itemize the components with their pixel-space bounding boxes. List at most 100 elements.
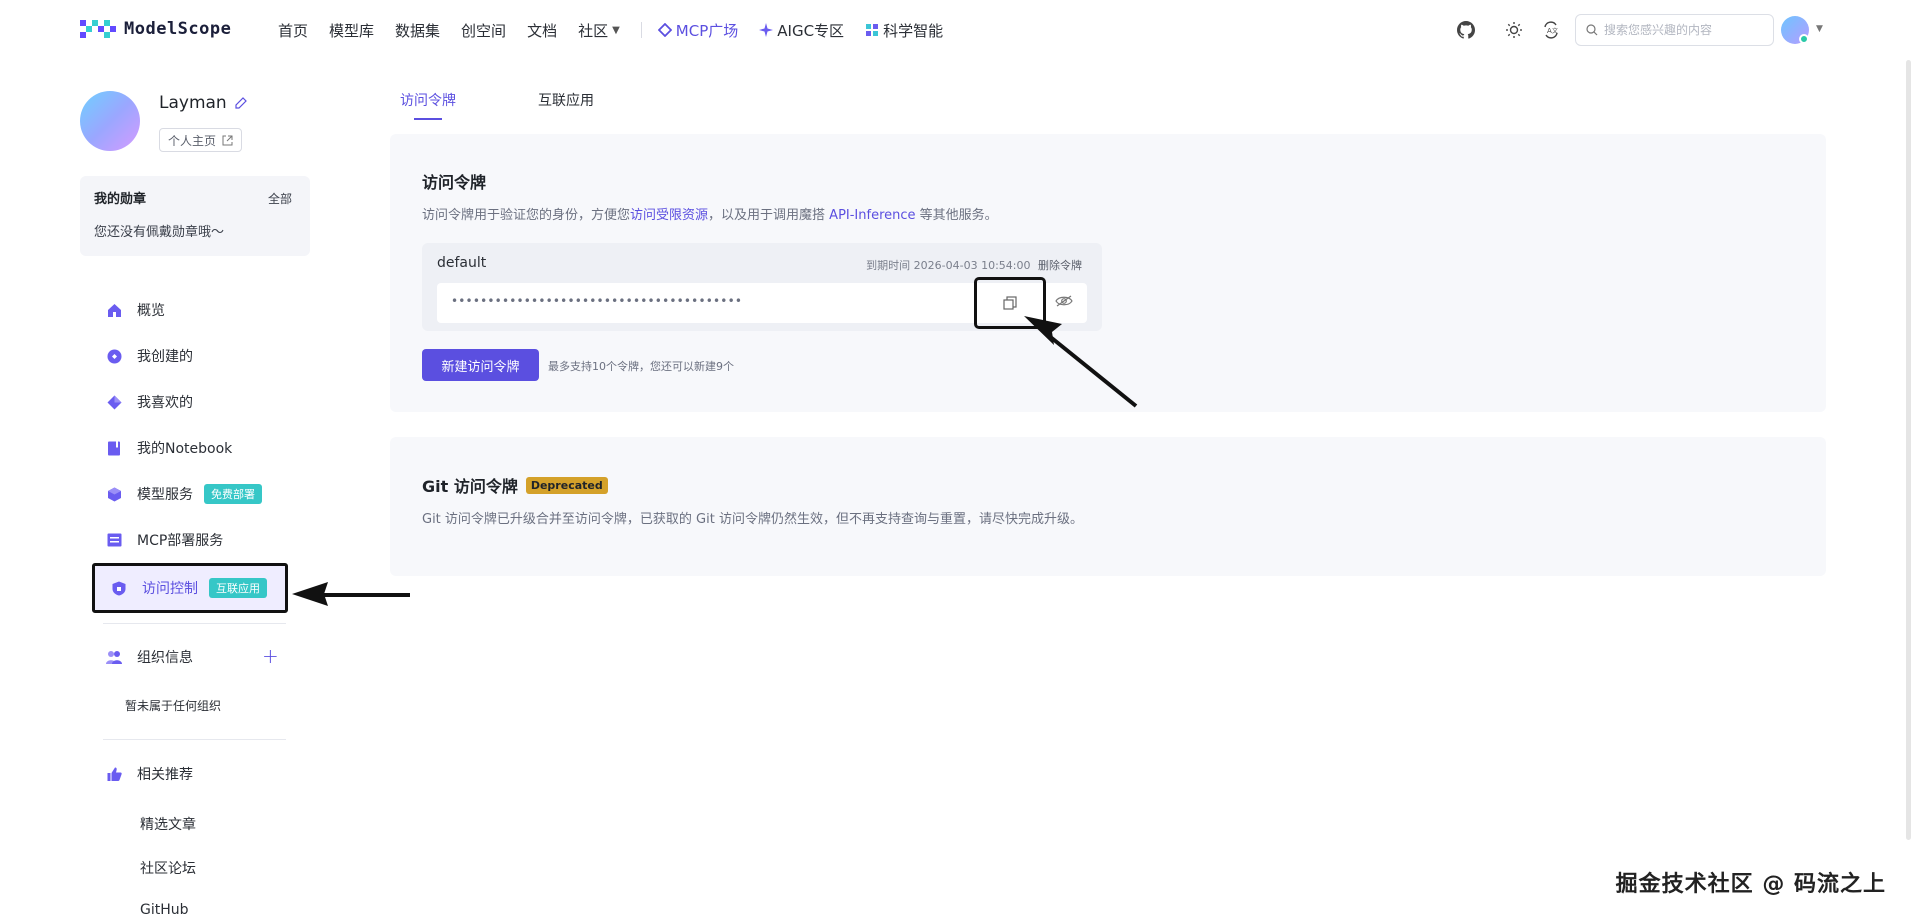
tab-access-token[interactable]: 访问令牌 [400,88,456,120]
sidebar-item-model-service[interactable]: 模型服务 免费部署 [90,471,286,517]
annotation-arrow-left [292,582,410,606]
badge-all-link[interactable]: 全部 [268,190,292,207]
sidebar-item-label: 相关推荐 [137,767,193,783]
badge-empty-text: 您还没有佩戴勋章哦～ [94,225,225,240]
desc-suffix: 等其他服务。 [915,208,998,223]
sidebar-item-label: 访问控制 [142,581,198,597]
search-input[interactable] [1604,23,1764,37]
nav-aigc[interactable]: AIGC专区 [759,20,844,41]
edit-icon[interactable] [235,97,247,109]
sun-icon[interactable] [1503,19,1525,41]
sidebar-item-label: 概览 [137,303,165,319]
home-icon [106,302,122,318]
sidebar-item-access-control[interactable]: 访问控制 互联应用 [92,563,288,613]
recommend-link-github[interactable]: GitHub [140,902,189,918]
sidebar-item-overview[interactable]: 概览 [90,287,286,333]
profile-avatar [80,91,140,151]
token-expire: 到期时间 2026-04-03 10:54:00 删除令牌 [866,257,1082,273]
scrollbar[interactable] [1906,60,1911,840]
nav-community[interactable]: 社区 ▼ [578,20,620,41]
sidebar-item-label: 我喜欢的 [137,395,193,411]
tab-linked-apps[interactable]: 互联应用 [538,88,594,120]
git-token-title: Git 访问令牌 [422,477,518,496]
github-icon[interactable] [1455,19,1477,41]
annotation-arrow-diagonal [1024,316,1138,408]
sidebar-divider [103,623,286,624]
token-value-field: •••••••••••••••••••••••••••••••••••••••• [437,277,1087,329]
access-token-title: 访问令牌 [422,173,487,192]
deprecated-badge: Deprecated [525,476,608,494]
nav-community-label: 社区 [578,21,609,40]
nav-science-label: 科学智能 [883,21,944,40]
expire-label: 到期时间 [866,259,911,272]
sidebar-item-label: 我创建的 [137,349,193,365]
expire-value: 2026-04-03 10:54:00 [913,259,1031,272]
translate-icon[interactable]: A文 [1540,19,1562,41]
token-limit-note: 最多支持10个令牌，您还可以新建9个 [548,360,734,373]
svg-text:文: 文 [1552,27,1558,35]
caret-down-icon: ▼ [612,24,620,36]
add-org-button[interactable]: + [262,646,279,666]
cube-icon [106,486,122,502]
recommend-link-articles[interactable]: 精选文章 [140,814,196,834]
nav-mcp-label: MCP广场 [675,21,739,40]
org-empty-text: 暂未属于任何组织 [125,699,222,713]
linked-apps-tag: 互联应用 [209,578,267,598]
sidebar-item-notebook[interactable]: 我的Notebook [90,425,286,471]
group-icon [106,649,122,665]
restricted-resources-link[interactable]: 访问受限资源 [630,208,708,223]
access-token-description: 访问令牌用于验证您的身份，方便您访问受限资源，以及用于调用魔搭 API-Infe… [422,204,998,223]
homepage-label: 个人主页 [168,133,217,148]
profile-name: Layman [159,93,227,113]
status-dot [1799,34,1809,44]
notebook-icon [106,440,122,456]
nav-mcp[interactable]: MCP广场 [657,20,739,41]
homepage-button[interactable]: 个人主页 [159,128,243,152]
search-box[interactable] [1575,14,1774,46]
diamond-icon [106,394,122,410]
recommend-link-forum[interactable]: 社区论坛 [140,858,196,878]
sidebar-item-recommend[interactable]: 相关推荐 [90,751,286,797]
caret-down-icon[interactable]: ▼ [1816,24,1823,34]
nav-datasets[interactable]: 数据集 [395,20,440,41]
logo-text: ModelScope [124,19,232,39]
token-item: default 到期时间 2026-04-03 10:54:00 删除令牌 ••… [422,243,1102,331]
api-inference-link[interactable]: API-Inference [829,208,915,223]
nav-aigc-label: AIGC专区 [777,21,845,40]
sidebar-item-label: MCP部署服务 [137,533,224,549]
desc-prefix: 访问令牌用于验证您的身份，方便您 [422,208,631,223]
nav-spaces[interactable]: 创空间 [461,20,506,41]
sidebar-item-liked[interactable]: 我喜欢的 [90,379,286,425]
create-icon [106,348,122,364]
thumbs-up-icon [106,766,122,782]
new-token-button[interactable]: 新建访问令牌 [422,349,539,381]
desc-mid: ，以及用于调用魔搭 [708,208,830,223]
token-masked-value: •••••••••••••••••••••••••••••••••••••••• [451,294,743,308]
sidebar-item-created[interactable]: 我创建的 [90,333,286,379]
shield-icon [111,580,127,596]
sidebar-divider [103,739,286,740]
copy-icon [1003,296,1017,310]
watermark: 掘金技术社区 @ 码流之上 [1615,872,1886,897]
nav-science[interactable]: 科学智能 [865,20,943,41]
sidebar-item-org[interactable]: 组织信息 [90,634,286,680]
sidebar-item-mcp-deploy[interactable]: MCP部署服务 [90,517,286,563]
external-link-icon [222,135,233,145]
git-token-description: Git 访问令牌已升级合并至访问令牌，已获取的 Git 访问令牌仍然生效，但不再… [422,512,1083,527]
logo-icon [80,20,116,38]
nav-models[interactable]: 模型库 [329,20,374,41]
logo[interactable]: ModelScope [80,18,231,40]
nav-home[interactable]: 首页 [278,20,308,41]
delete-token-button[interactable]: 删除令牌 [1038,259,1082,272]
eye-off-icon [1055,295,1073,307]
sidebar-item-label: 组织信息 [137,650,193,666]
free-deploy-tag: 免费部署 [204,484,262,504]
nav-docs[interactable]: 文档 [527,20,557,41]
profile-name-row: Layman [159,93,247,113]
badge-title: 我的勋章 [94,192,147,207]
server-icon [106,532,122,548]
sidebar-item-label: 模型服务 [137,487,193,503]
top-header: ModelScope 首页 模型库 数据集 创空间 文档 社区 ▼ MCP广场 … [0,0,1912,60]
sparkle-icon [759,23,774,37]
search-icon [1586,24,1598,36]
